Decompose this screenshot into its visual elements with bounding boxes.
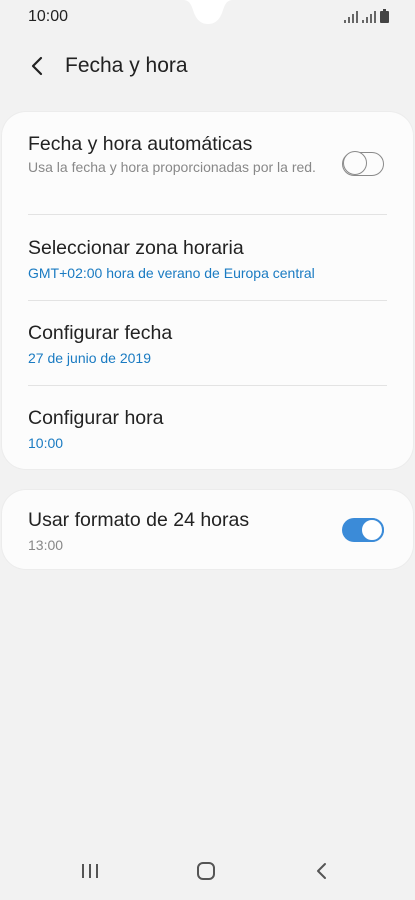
divider: [28, 300, 387, 301]
signal-icon: [344, 11, 358, 23]
divider: [28, 385, 387, 386]
back-icon: [317, 863, 326, 879]
toggle-knob: [360, 518, 384, 542]
battery-icon: [380, 9, 389, 23]
chevron-left-icon: [31, 56, 43, 76]
format-24h-row[interactable]: Usar formato de 24 horas 13:00: [28, 508, 323, 554]
set-date-value: 27 de junio de 2019: [28, 350, 151, 366]
signal-icon: [362, 11, 376, 23]
home-button[interactable]: [186, 856, 226, 886]
format-24h-toggle[interactable]: [342, 518, 384, 542]
set-date-row[interactable]: Configurar fecha 27 de junio de 2019: [28, 321, 387, 367]
home-icon: [197, 862, 215, 880]
status-bar: 10:00: [0, 0, 415, 36]
divider: [28, 214, 387, 215]
format-24h-value: 13:00: [28, 537, 64, 553]
timezone-title: Seleccionar zona horaria: [28, 237, 244, 259]
status-icons: [344, 9, 389, 23]
auto-datetime-title: Fecha y hora automáticas: [28, 133, 253, 155]
timezone-row[interactable]: Seleccionar zona horaria GMT+02:00 hora …: [28, 236, 387, 282]
set-time-title: Configurar hora: [28, 407, 164, 429]
recent-apps-button[interactable]: [70, 856, 110, 886]
set-time-value: 10:00: [28, 435, 64, 451]
camera-notch: [183, 0, 233, 24]
auto-datetime-row[interactable]: Fecha y hora automáticas Usa la fecha y …: [28, 132, 323, 176]
page-title: Fecha y hora: [65, 54, 188, 77]
set-time-row[interactable]: Configurar hora 10:00: [28, 406, 387, 452]
auto-datetime-subtitle: Usa la fecha y hora proporcionadas por l…: [28, 159, 316, 175]
app-bar: Fecha y hora: [0, 40, 415, 96]
status-time: 10:00: [28, 8, 69, 25]
format-24h-title: Usar formato de 24 horas: [28, 509, 250, 531]
format-card: Usar formato de 24 horas 13:00: [2, 490, 413, 569]
set-date-title: Configurar fecha: [28, 322, 173, 344]
back-button[interactable]: [24, 52, 52, 80]
timezone-value: GMT+02:00 hora de verano de Europa centr…: [28, 265, 315, 281]
recent-apps-icon: [82, 864, 98, 878]
nav-back-button[interactable]: [302, 856, 342, 886]
toggle-knob: [343, 151, 367, 176]
settings-card: Fecha y hora automáticas Usa la fecha y …: [2, 112, 413, 469]
auto-datetime-toggle[interactable]: [342, 151, 384, 176]
navigation-bar: [0, 842, 415, 900]
